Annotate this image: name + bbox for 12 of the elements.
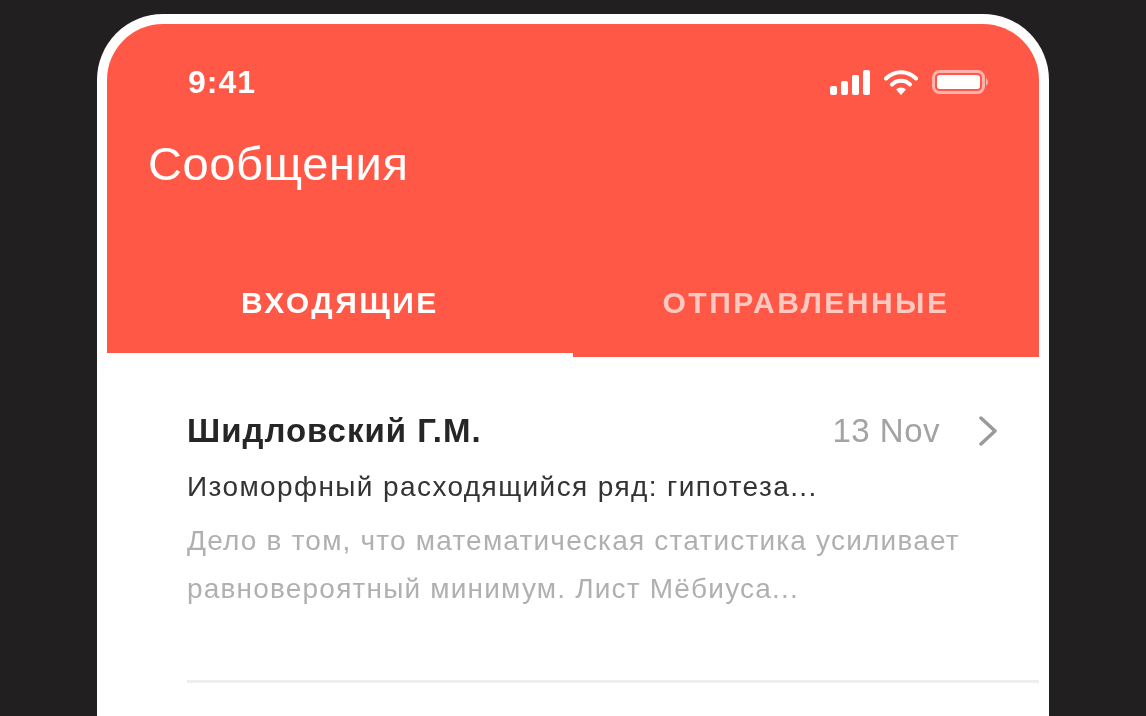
message-date: 13 Nov <box>832 412 940 450</box>
sender-name: Шидловский Г.М. <box>187 412 483 450</box>
battery-icon <box>932 70 990 94</box>
header-title: Сообщения <box>147 138 409 190</box>
message-subject: Изоморфный расходящийся ряд: гипотеза... <box>187 471 819 503</box>
wifi-icon <box>884 69 918 95</box>
signal-icon <box>830 69 870 95</box>
chevron-right-icon <box>978 416 998 446</box>
message-preview: Дело в том, что математическая статистика усиливает равновероятный минимум. Лист Мёбиуса... <box>187 524 961 606</box>
tab[interactable]: ВХОДЯЩИЕ <box>107 247 573 357</box>
status-time: 9:41 <box>188 63 258 102</box>
tab[interactable]: ОТПРАВЛЕННЫЕ <box>573 247 1039 357</box>
